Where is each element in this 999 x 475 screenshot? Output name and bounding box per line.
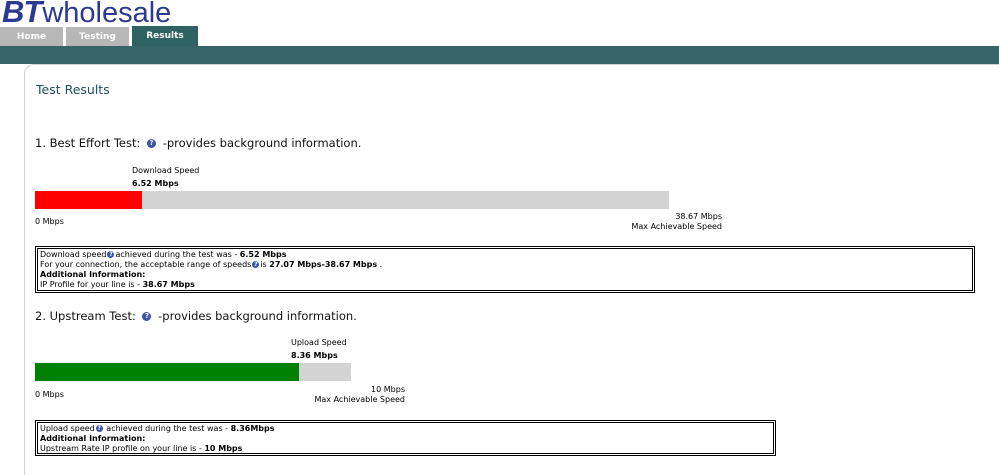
additional-info-heading: Additional Information: <box>40 434 146 443</box>
download-speed-label: Download Speed <box>132 166 200 175</box>
best-effort-description: -provides background information. <box>162 136 362 150</box>
info-upload-mid: achieved during the test was - <box>103 424 231 433</box>
question-circle-icon[interactable]: ? <box>95 425 103 432</box>
tab-testing[interactable]: Testing <box>66 27 129 46</box>
upload-speed-value: 8.36 Mbps <box>291 351 338 360</box>
question-circle-icon[interactable]: ? <box>252 261 260 268</box>
info-range-value: 27.07 Mbps-38.67 Mbps <box>269 260 378 269</box>
info-upstream-profile-value: 10 Mbps <box>204 444 243 453</box>
info-ip-profile-value: 38.67 Mbps <box>142 280 195 289</box>
upload-speed-bar <box>35 363 351 381</box>
question-circle-icon[interactable]: ? <box>147 139 157 148</box>
download-speed-bar <box>35 191 669 209</box>
best-effort-title: 1. Best Effort Test: <box>35 136 141 150</box>
logo-wholesale-text: wholesale <box>42 0 172 29</box>
upstream-description: -provides background information. <box>158 309 357 323</box>
info-download-mid: achieved during the test was - <box>115 250 240 259</box>
upload-min-label: 0 Mbps <box>35 390 64 399</box>
upload-speed-label: Upload Speed <box>291 338 347 347</box>
info-ip-profile-text: IP Profile for your line is - <box>40 280 143 289</box>
additional-info-heading: Additional Information: <box>40 270 146 279</box>
upstream-title: 2. Upstream Test: <box>35 309 136 323</box>
info-upstream-profile-text: Upstream Rate IP profile on your line is… <box>40 444 205 453</box>
download-speed-value: 6.52 Mbps <box>132 179 179 188</box>
info-range-end: . <box>377 260 383 269</box>
info-upload-text: Upload speed <box>40 424 95 433</box>
info-range-text: For your connection, the acceptable rang… <box>40 260 252 269</box>
info-upload-value: 8.36Mbps <box>230 424 275 433</box>
info-upload-line: Upload speed? achieved during the test w… <box>40 424 771 434</box>
info-ip-profile-line: IP Profile for your line is - 38.67 Mbps <box>40 280 970 290</box>
question-circle-icon[interactable]: ? <box>107 251 115 258</box>
upload-max-label: 10 Mbps <box>371 385 405 394</box>
logo-bt-text: BT <box>2 0 42 29</box>
download-speed-bar-fill <box>35 191 142 209</box>
bt-wholesale-logo: BTwholesale <box>2 0 172 29</box>
upstream-heading: 2. Upstream Test: ? -provides background… <box>35 309 357 323</box>
info-download-line: Download speed? achieved during the test … <box>40 250 970 260</box>
info-upstream-profile-line: Upstream Rate IP profile on your line is… <box>40 444 771 454</box>
info-download-text: Download speed <box>40 250 107 259</box>
best-effort-heading: 1. Best Effort Test: ? -provides backgro… <box>35 136 361 150</box>
best-effort-info-box: Download speed? achieved during the test … <box>35 246 975 293</box>
info-range-line: For your connection, the acceptable rang… <box>40 260 970 270</box>
page-title: Test Results <box>36 82 110 97</box>
info-range-mid: is <box>260 260 270 269</box>
tab-home[interactable]: Home <box>0 27 63 46</box>
header-band <box>0 46 999 64</box>
tab-results[interactable]: Results <box>132 26 198 46</box>
question-circle-icon[interactable]: ? <box>142 312 152 321</box>
download-min-label: 0 Mbps <box>35 217 64 226</box>
download-max-label: 38.67 Mbps <box>675 212 722 221</box>
download-max-caption: Max Achievable Speed <box>631 222 722 231</box>
upload-speed-bar-fill <box>35 363 299 381</box>
info-download-value: 6.52 Mbps <box>239 250 287 259</box>
upstream-info-box: Upload speed? achieved during the test w… <box>35 420 776 456</box>
upload-max-caption: Max Achievable Speed <box>314 395 405 404</box>
